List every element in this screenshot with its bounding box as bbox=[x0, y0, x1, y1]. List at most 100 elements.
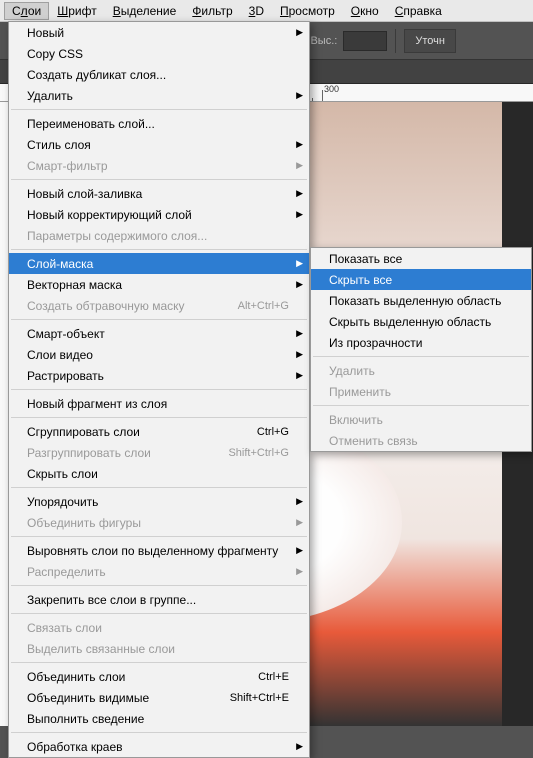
submenu-arrow-icon: ▶ bbox=[296, 90, 303, 101]
menu-shortcut: Shift+Ctrl+E bbox=[230, 692, 289, 704]
menu-separator bbox=[11, 662, 307, 663]
submenu-arrow-icon: ▶ bbox=[296, 545, 303, 556]
menu-item: Включить bbox=[311, 409, 531, 430]
menu-item-label: Показать выделенную область bbox=[329, 294, 501, 308]
menubar: СлоиШрифтВыделениеФильтр3DПросмотрОкноСп… bbox=[0, 0, 533, 22]
menu-item-label: Показать все bbox=[329, 252, 402, 266]
layer-menu: Новый▶Copy CSS Создать дубликат слоя... Уд… bbox=[8, 21, 310, 758]
menu-item[interactable]: Copy CSS bbox=[9, 43, 309, 64]
menu-item-label: Создать обтравочную маску bbox=[27, 299, 185, 313]
menubar-item-3d[interactable]: 3D bbox=[241, 2, 272, 20]
menu-item-label: Удалить bbox=[27, 89, 73, 103]
menubar-item-слои[interactable]: Слои bbox=[4, 2, 49, 20]
menu-item-label: Упорядочить bbox=[27, 495, 98, 509]
submenu-arrow-icon: ▶ bbox=[296, 27, 303, 38]
menu-item-label: Выровнять слои по выделенному фрагменту bbox=[27, 544, 278, 558]
menu-item[interactable]: Создать дубликат слоя... bbox=[9, 64, 309, 85]
menu-item[interactable]: Упорядочить ▶ bbox=[9, 491, 309, 512]
submenu-arrow-icon: ▶ bbox=[296, 517, 303, 528]
menu-item[interactable]: Закрепить все слои в группе... bbox=[9, 589, 309, 610]
submenu-arrow-icon: ▶ bbox=[296, 279, 303, 290]
menu-item[interactable]: Переименовать слой... bbox=[9, 113, 309, 134]
menu-item-label: Распределить bbox=[27, 565, 106, 579]
menu-separator bbox=[11, 613, 307, 614]
menu-item-label: Переименовать слой... bbox=[27, 117, 155, 131]
menu-item[interactable]: Новый▶ bbox=[9, 22, 309, 43]
menu-item[interactable]: Выровнять слои по выделенному фрагменту ▶ bbox=[9, 540, 309, 561]
menu-item[interactable]: Объединить слоиCtrl+E bbox=[9, 666, 309, 687]
menu-item-label: Слой-маска bbox=[27, 257, 93, 271]
layer-mask-submenu: Показать все Скрыть все Показать выделенну… bbox=[310, 247, 532, 452]
menu-item[interactable]: Растрировать ▶ bbox=[9, 365, 309, 386]
menu-item[interactable]: Удалить ▶ bbox=[9, 85, 309, 106]
submenu-arrow-icon: ▶ bbox=[296, 160, 303, 171]
menu-item-label: Отменить связь bbox=[329, 434, 418, 448]
menu-item-label: Скрыть все bbox=[329, 273, 392, 287]
menu-separator bbox=[11, 417, 307, 418]
menu-item: Параметры содержимого слоя... bbox=[9, 225, 309, 246]
menu-separator bbox=[11, 319, 307, 320]
menu-item: Создать обтравочную маску Alt+Ctrl+G bbox=[9, 295, 309, 316]
menubar-item-просмотр[interactable]: Просмотр bbox=[272, 2, 343, 20]
menu-item[interactable]: Объединить видимые Shift+Ctrl+E bbox=[9, 687, 309, 708]
menu-item: Отменить связь bbox=[311, 430, 531, 451]
menu-item-label: Включить bbox=[329, 413, 383, 427]
menubar-item-справка[interactable]: Справка bbox=[387, 2, 450, 20]
submenu-arrow-icon: ▶ bbox=[296, 566, 303, 577]
submenu-arrow-icon: ▶ bbox=[296, 328, 303, 339]
submenu-arrow-icon: ▶ bbox=[296, 370, 303, 381]
menu-item[interactable]: Слои видео ▶ bbox=[9, 344, 309, 365]
menu-separator bbox=[11, 487, 307, 488]
menu-item-label: Удалить bbox=[329, 364, 375, 378]
height-label: Выс.: bbox=[310, 35, 337, 47]
menu-shortcut: Ctrl+G bbox=[257, 426, 289, 438]
menu-item-label: Обработка краев bbox=[27, 740, 123, 754]
menu-item[interactable]: Стиль слоя▶ bbox=[9, 134, 309, 155]
menu-item-label: Создать дубликат слоя... bbox=[27, 68, 166, 82]
menu-item[interactable]: Новый корректирующий слой▶ bbox=[9, 204, 309, 225]
menubar-item-шрифт[interactable]: Шрифт bbox=[49, 2, 104, 20]
menu-separator bbox=[11, 536, 307, 537]
menu-item[interactable]: Новый фрагмент из слоя bbox=[9, 393, 309, 414]
menu-separator bbox=[11, 179, 307, 180]
menu-item[interactable]: Показать выделенную область bbox=[311, 290, 531, 311]
menu-item[interactable]: Векторная маска ▶ bbox=[9, 274, 309, 295]
submenu-arrow-icon: ▶ bbox=[296, 139, 303, 150]
menu-item: Связать слои bbox=[9, 617, 309, 638]
menu-item[interactable]: Показать все bbox=[311, 248, 531, 269]
menubar-item-выделение[interactable]: Выделение bbox=[105, 2, 185, 20]
menu-item[interactable]: Слой-маска ▶ bbox=[9, 253, 309, 274]
menu-item-label: Применить bbox=[329, 385, 391, 399]
menu-item[interactable]: Обработка краев ▶ bbox=[9, 736, 309, 757]
menu-item[interactable]: Скрыть все bbox=[311, 269, 531, 290]
menu-item-label: Смарт-фильтр bbox=[27, 159, 108, 173]
menu-item: Смарт-фильтр ▶ bbox=[9, 155, 309, 176]
menu-item[interactable]: Новый слой-заливка▶ bbox=[9, 183, 309, 204]
menu-item-label: Векторная маска bbox=[27, 278, 122, 292]
menu-item[interactable]: Смарт-объект▶ bbox=[9, 323, 309, 344]
menu-item: Разгруппировать слоиShift+Ctrl+G bbox=[9, 442, 309, 463]
menu-item-label: Закрепить все слои в группе... bbox=[27, 593, 196, 607]
menu-item-label: Слои видео bbox=[27, 348, 93, 362]
menu-item-label: Растрировать bbox=[27, 369, 104, 383]
menu-item[interactable]: Скрыть выделенную область bbox=[311, 311, 531, 332]
submenu-arrow-icon: ▶ bbox=[296, 349, 303, 360]
menu-item[interactable]: Сгруппировать слоиCtrl+G bbox=[9, 421, 309, 442]
menu-shortcut: Alt+Ctrl+G bbox=[238, 300, 289, 312]
menu-item[interactable]: Из прозрачности bbox=[311, 332, 531, 353]
submenu-arrow-icon: ▶ bbox=[296, 741, 303, 752]
menu-item[interactable]: Скрыть слои bbox=[9, 463, 309, 484]
refine-edge-button[interactable]: Уточн bbox=[404, 29, 456, 53]
menu-item-label: Связать слои bbox=[27, 621, 102, 635]
menu-item-label: Объединить слои bbox=[27, 670, 125, 684]
submenu-arrow-icon: ▶ bbox=[296, 258, 303, 269]
menu-item-label: Объединить видимые bbox=[27, 691, 149, 705]
menu-item-label: Новый слой-заливка bbox=[27, 187, 142, 201]
height-input[interactable] bbox=[343, 31, 387, 51]
menu-separator bbox=[11, 732, 307, 733]
menubar-item-фильтр[interactable]: Фильтр bbox=[184, 2, 240, 20]
menu-item-label: Из прозрачности bbox=[329, 336, 423, 350]
menu-item-label: Выполнить сведение bbox=[27, 712, 144, 726]
menubar-item-окно[interactable]: Окно bbox=[343, 2, 387, 20]
submenu-arrow-icon: ▶ bbox=[296, 496, 303, 507]
